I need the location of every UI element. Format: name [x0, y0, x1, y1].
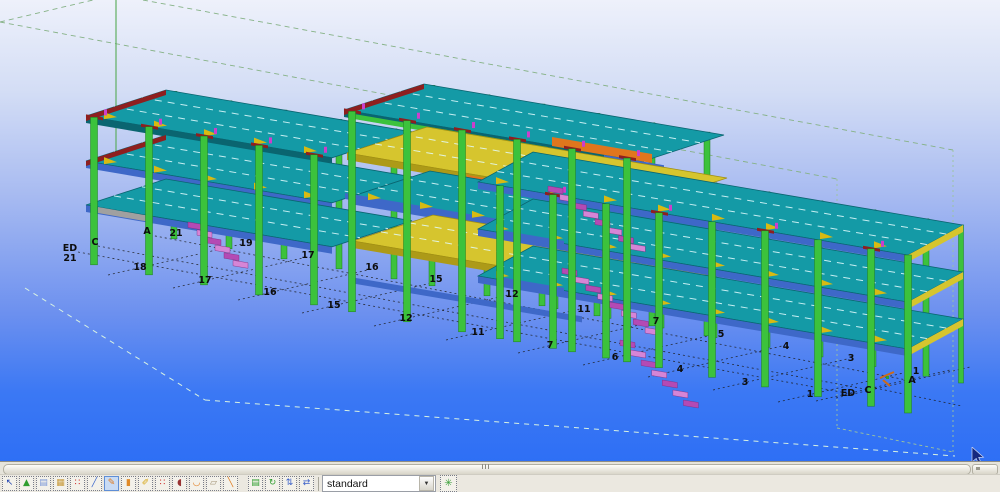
grid-label: 18: [133, 262, 147, 273]
grid-label: 3: [848, 353, 855, 364]
model-viewport-3d[interactable]: ED 21 C A 21 19 17 16 15 12 11 7 5 4 3 1 A 18 17 16 15 12 11 7 6…: [0, 0, 1000, 462]
grid-label: 11: [577, 304, 590, 315]
grid-label: 17: [301, 250, 314, 261]
grid-label: 3: [742, 377, 749, 388]
grid-label: 12: [505, 289, 518, 300]
grid-label: 4: [783, 341, 790, 352]
snap-reference-icon[interactable]: ▲: [19, 476, 34, 491]
view-options-icon[interactable]: ✳: [440, 475, 457, 492]
work-plane-symbol: [880, 372, 894, 386]
application-window: ED 21 C A 21 19 17 16 15 12 11 7 5 4 3 1 A 18 17 16 15 12 11 7 6…: [0, 0, 1000, 492]
grid-label: 7: [547, 340, 554, 351]
snap-end-icon[interactable]: ◖: [172, 476, 187, 491]
snap-perpendicular-icon[interactable]: ╱: [87, 476, 102, 491]
grid-label: 19: [239, 238, 252, 249]
grid-label: 17: [198, 275, 211, 286]
grid-label: 21: [63, 253, 76, 264]
phase-doc-icon[interactable]: ▤: [248, 476, 263, 491]
grid-label: 4: [677, 364, 684, 375]
grid-label: C: [865, 385, 872, 396]
grid-label: 6: [612, 352, 619, 363]
snap-plane-icon[interactable]: ▱: [206, 476, 221, 491]
snap-diagonal-icon[interactable]: ╲: [223, 476, 238, 491]
grid-label: C: [92, 237, 99, 248]
snap-line-icon[interactable]: ✐: [138, 476, 153, 491]
grid-label: A: [143, 226, 151, 237]
snap-extension-icon[interactable]: ▮: [121, 476, 136, 491]
swap-vertical-icon[interactable]: ⇅: [282, 476, 297, 491]
toolbar-separator: [318, 477, 319, 491]
scrollbar-grip-icon[interactable]: [482, 464, 494, 469]
grid-label: 15: [429, 274, 442, 285]
grid-label: 16: [263, 287, 277, 298]
snap-points-icon[interactable]: ∷: [70, 476, 85, 491]
refresh-icon[interactable]: ↻: [265, 476, 280, 491]
grid-label: 16: [365, 262, 379, 273]
swap-horizontal-icon[interactable]: ⇄: [299, 476, 314, 491]
grid-label: 12: [399, 313, 412, 324]
view-preset-combobox[interactable]: standard ▼: [322, 475, 436, 492]
grid-label: 7: [653, 316, 660, 327]
grid-label: 1: [807, 389, 814, 400]
chevron-down-icon[interactable]: ▼: [419, 476, 434, 491]
snap-nearest-icon[interactable]: ▦: [53, 476, 68, 491]
snap-grid-icon[interactable]: ∷: [155, 476, 170, 491]
grid-label: 21: [169, 228, 182, 239]
grid-label: ED: [841, 388, 855, 399]
structural-model-drawing: ED 21 C A 21 19 17 16 15 12 11 7 5 4 3 1 A 18 17 16 15 12 11 7 6…: [0, 0, 1000, 462]
grid-label: 5: [718, 329, 725, 340]
grid-label: A: [908, 375, 916, 386]
grid-label: 11: [471, 327, 484, 338]
horizontal-scrollbar-strip: [0, 461, 1000, 474]
select-cursor-icon[interactable]: ↖: [2, 476, 17, 491]
snapping-toolbar: ↖▲▤▦∷╱✎▮✐∷◖◡▱╲▤↻⇅⇄ standard ▼ ✳: [0, 474, 1000, 492]
snap-geometry-icon[interactable]: ▤: [36, 476, 51, 491]
grid-label: 15: [327, 300, 340, 311]
view-preset-value: standard: [323, 478, 419, 490]
snap-free-icon[interactable]: ✎: [104, 476, 119, 491]
snap-arc-icon[interactable]: ◡: [189, 476, 204, 491]
